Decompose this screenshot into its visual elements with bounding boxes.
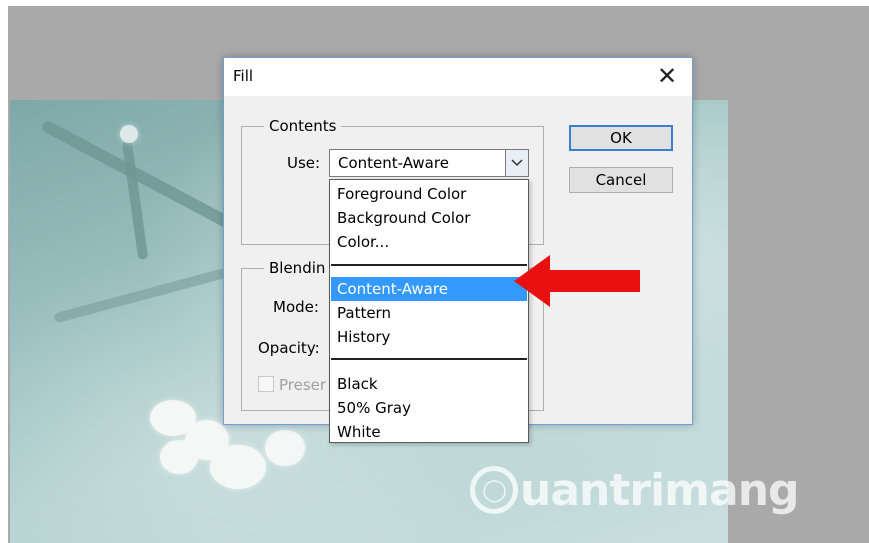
dialog-title: Fill — [233, 67, 254, 85]
ok-button[interactable]: OK — [569, 125, 673, 151]
mode-label: Mode: — [273, 298, 319, 316]
option-background-color[interactable]: Background Color — [331, 206, 527, 230]
blending-legend: Blendin — [264, 259, 331, 277]
cancel-button[interactable]: Cancel — [569, 167, 673, 193]
use-select-value: Content-Aware — [338, 154, 449, 172]
flower-petal — [265, 430, 305, 466]
use-dropdown-list: Foreground Color Background Color Color.… — [329, 179, 529, 443]
dialog-titlebar[interactable]: Fill ✕ — [224, 58, 692, 96]
option-black[interactable]: Black — [331, 372, 527, 396]
red-arrow-icon — [514, 255, 640, 307]
branch-shape — [121, 139, 149, 261]
preserve-label: Preser — [279, 376, 327, 394]
option-history[interactable]: History — [331, 325, 527, 349]
option-content-aware[interactable]: Content-Aware — [331, 277, 527, 301]
close-icon[interactable]: ✕ — [656, 64, 678, 88]
use-select[interactable]: Content-Aware — [329, 149, 529, 177]
option-pattern[interactable]: Pattern — [331, 301, 527, 325]
lightbulb-icon: ◯ — [470, 466, 518, 514]
use-label: Use: — [287, 154, 321, 172]
flower-petal — [210, 445, 266, 489]
chevron-down-icon[interactable] — [505, 150, 528, 176]
option-color[interactable]: Color... — [331, 230, 527, 254]
watermark: ◯ uantrimang — [470, 452, 800, 528]
watermark-text: uantrimang — [520, 464, 800, 516]
option-50-gray[interactable]: 50% Gray — [331, 396, 527, 420]
opacity-label: Opacity: — [258, 339, 320, 357]
contents-legend: Contents — [264, 117, 342, 135]
flower-bud — [120, 125, 138, 143]
dropdown-separator — [331, 358, 527, 360]
option-foreground-color[interactable]: Foreground Color — [331, 182, 527, 206]
option-white[interactable]: White — [331, 420, 527, 444]
flower-petal — [160, 440, 198, 474]
preserve-transparency-checkbox[interactable] — [258, 376, 274, 392]
dropdown-separator — [331, 264, 527, 266]
